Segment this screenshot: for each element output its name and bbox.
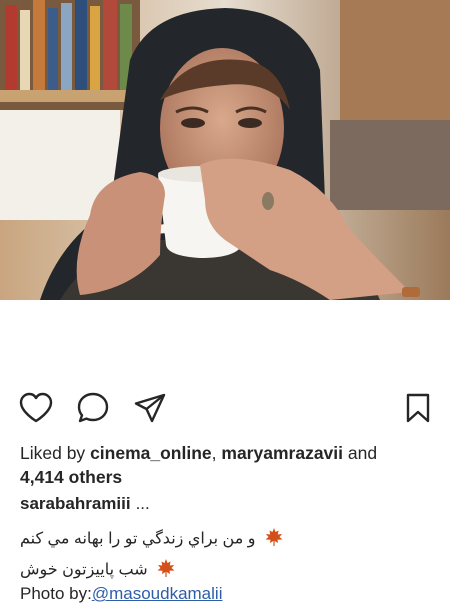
bookmark-icon (406, 393, 430, 423)
likes-and: and (347, 443, 378, 463)
likes-separator: , (211, 443, 217, 463)
likes-summary: Liked by cinema_online, maryamrazavii an… (20, 441, 440, 489)
photo-illustration (0, 0, 450, 300)
maple-leaf-icon (264, 527, 284, 552)
caption-line: شب پاييزتون خوش (20, 558, 176, 583)
caption-text: شب پاييزتون خوش (20, 561, 148, 579)
photo-credit-prefix: Photo by: (20, 584, 92, 603)
caption-more-link[interactable]: ... (136, 494, 150, 513)
like-button[interactable] (16, 388, 56, 428)
post-action-bar (0, 388, 450, 428)
caption-text: و من براي زندگي تو را بهانه مي كنم (20, 530, 256, 548)
caption-line: و من براي زندگي تو را بهانه مي كنم (20, 527, 284, 552)
photo-credit-handle-link[interactable]: @masoudkamalii (92, 584, 223, 603)
send-icon (134, 393, 166, 423)
liked-user-link[interactable]: cinema_online (90, 443, 212, 463)
comment-button[interactable] (73, 388, 113, 428)
caption-header: sarabahramiii... (20, 494, 150, 514)
caption-username[interactable]: sarabahramiii (20, 494, 131, 513)
comment-icon (77, 392, 109, 423)
photo-credit: Photo by:@masoudkamalii (20, 584, 222, 604)
save-button[interactable] (398, 388, 438, 428)
liked-user-link[interactable]: maryamrazavii (221, 443, 343, 463)
post-photo[interactable] (0, 0, 450, 300)
photo-bottom-whitespace (0, 300, 450, 380)
likes-prefix: Liked by (20, 443, 86, 463)
maple-leaf-icon (156, 558, 176, 583)
likes-others-link[interactable]: 4,414 others (20, 467, 122, 487)
share-button[interactable] (130, 388, 170, 428)
heart-icon (19, 392, 53, 423)
